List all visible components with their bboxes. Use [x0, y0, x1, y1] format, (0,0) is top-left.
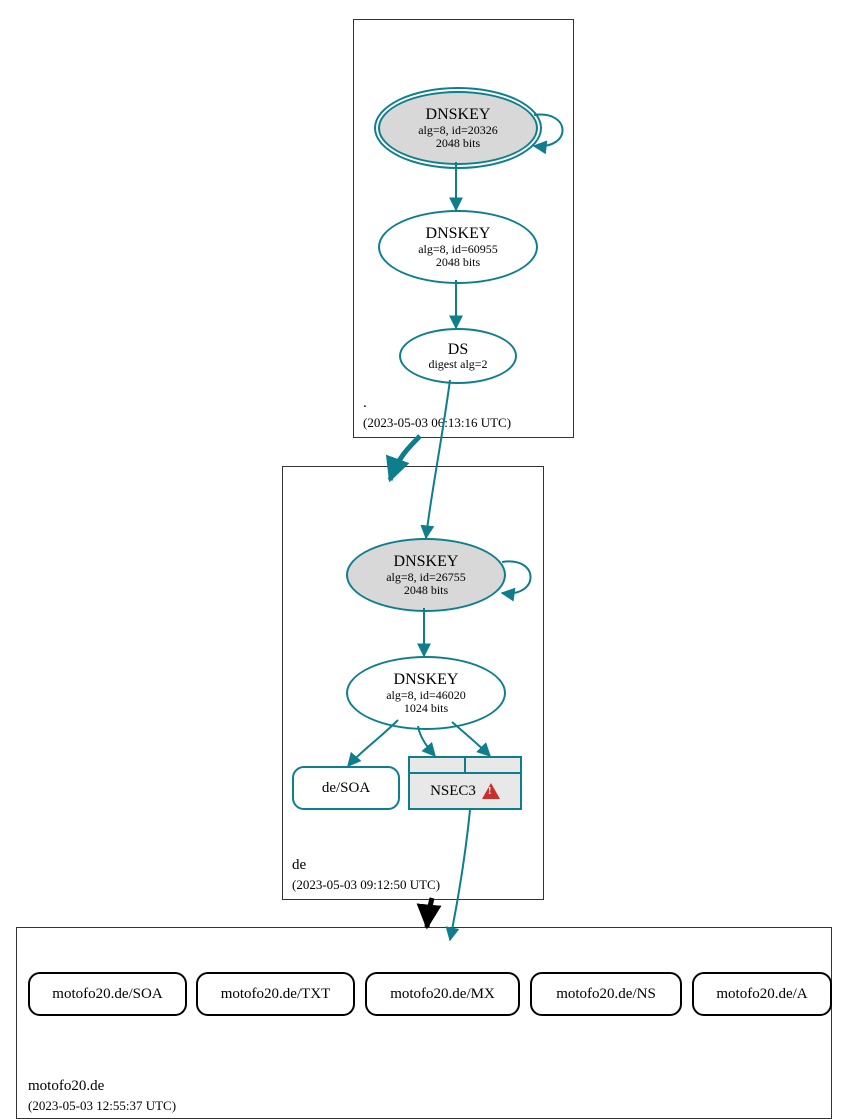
rr-label: motofo20.de/A: [716, 986, 807, 1003]
node-sub: 1024 bits: [404, 702, 448, 715]
zone-leaf-name: motofo20.de: [28, 1078, 104, 1095]
leaf-rr-soa: motofo20.de/SOA: [28, 972, 187, 1016]
zone-de-name: de: [292, 857, 306, 874]
leaf-rr-a: motofo20.de/A: [692, 972, 832, 1016]
node-de-ksk: DNSKEY alg=8, id=26755 2048 bits: [346, 538, 506, 612]
rr-label: motofo20.de/TXT: [221, 986, 331, 1003]
node-title: DS: [448, 341, 468, 359]
node-title: DNSKEY: [426, 106, 491, 124]
zone-root-name: .: [363, 395, 367, 412]
leaf-rr-mx: motofo20.de/MX: [365, 972, 520, 1016]
node-title: DNSKEY: [394, 671, 459, 689]
node-sub: alg=8, id=26755: [386, 571, 466, 584]
node-sub: 2048 bits: [436, 137, 480, 150]
node-sub: alg=8, id=20326: [418, 124, 498, 137]
node-title: DNSKEY: [394, 553, 459, 571]
zone-leaf: [16, 927, 832, 1119]
node-sub: alg=8, id=60955: [418, 243, 498, 256]
node-root-zsk: DNSKEY alg=8, id=60955 2048 bits: [378, 210, 538, 284]
node-sub: 2048 bits: [404, 584, 448, 597]
nsec3-label: NSEC3: [430, 783, 476, 800]
leaf-rr-txt: motofo20.de/TXT: [196, 972, 355, 1016]
node-nsec3: NSEC3: [408, 756, 522, 810]
warning-icon: [482, 783, 500, 799]
node-sub: digest alg=2: [428, 358, 487, 371]
nsec3-header: [410, 758, 520, 774]
leaf-rr-ns: motofo20.de/NS: [530, 972, 682, 1016]
rr-label: motofo20.de/SOA: [52, 986, 162, 1003]
rr-label: de/SOA: [322, 780, 370, 797]
node-root-ksk: DNSKEY alg=8, id=20326 2048 bits: [378, 91, 538, 165]
node-root-ds: DS digest alg=2: [399, 328, 517, 384]
node-sub: 2048 bits: [436, 256, 480, 269]
rr-label: motofo20.de/MX: [390, 986, 495, 1003]
zone-leaf-timestamp: (2023-05-03 12:55:37 UTC): [28, 1098, 176, 1114]
node-sub: alg=8, id=46020: [386, 689, 466, 702]
rr-label: motofo20.de/NS: [556, 986, 656, 1003]
node-de-zsk: DNSKEY alg=8, id=46020 1024 bits: [346, 656, 506, 730]
node-title: DNSKEY: [426, 225, 491, 243]
zone-root-timestamp: (2023-05-03 06:13:16 UTC): [363, 415, 511, 431]
zone-de-timestamp: (2023-05-03 09:12:50 UTC): [292, 877, 440, 893]
node-de-soa: de/SOA: [292, 766, 400, 810]
